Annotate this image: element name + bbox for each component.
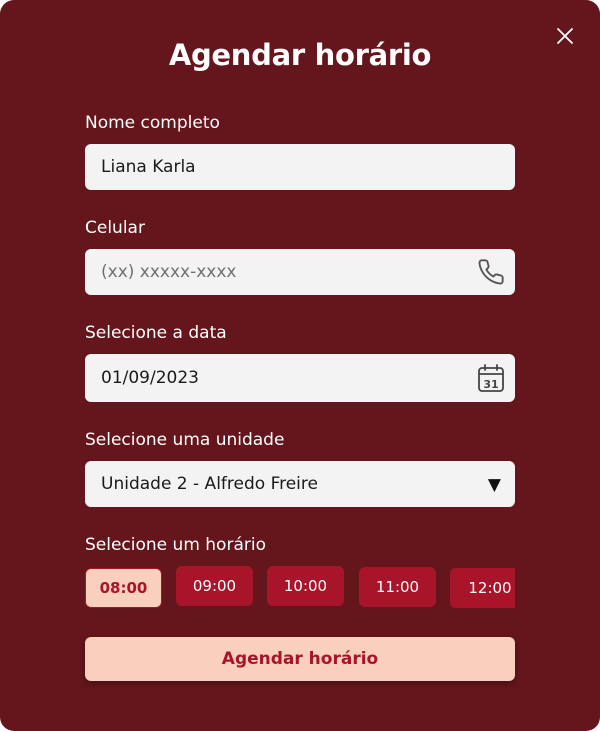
unit-select[interactable]: Unidade 2 - Alfredo Freire ▼: [85, 461, 515, 507]
chevron-down-icon: ▼: [487, 475, 501, 495]
time-slot[interactable]: 08:00: [85, 568, 162, 608]
calendar-icon-text: 31: [483, 378, 498, 391]
date-label: Selecione a data: [85, 323, 227, 343]
phone-input[interactable]: [101, 262, 499, 282]
time-slots: 08:00 09:00 10:00 11:00 12:00: [85, 566, 515, 610]
calendar-icon[interactable]: 31: [477, 363, 505, 393]
name-field[interactable]: [85, 144, 515, 190]
modal-title: Agendar horário: [168, 38, 432, 72]
phone-field[interactable]: [85, 249, 515, 295]
time-slot[interactable]: 12:00: [450, 568, 515, 608]
time-slot[interactable]: 09:00: [176, 566, 253, 606]
date-field[interactable]: 31: [85, 354, 515, 402]
submit-button[interactable]: Agendar horário: [85, 637, 515, 681]
schedule-modal: Agendar horário Nome completo Celular Se…: [0, 0, 600, 731]
unit-label: Selecione uma unidade: [85, 430, 285, 450]
phone-icon: [477, 258, 505, 286]
time-label: Selecione um horário: [85, 535, 266, 555]
time-slot[interactable]: 11:00: [359, 567, 436, 607]
name-label: Nome completo: [85, 113, 220, 133]
time-slot[interactable]: 10:00: [267, 566, 344, 606]
unit-selected-value: Unidade 2 - Alfredo Freire: [101, 474, 318, 494]
date-input[interactable]: [101, 368, 499, 388]
name-input[interactable]: [101, 157, 499, 177]
phone-label: Celular: [85, 218, 145, 238]
